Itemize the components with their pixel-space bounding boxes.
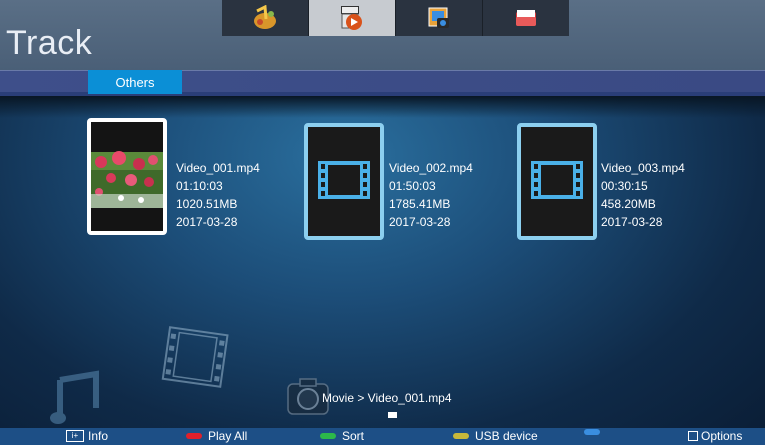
info-label: Info (88, 429, 109, 443)
file-thumbnail[interactable] (517, 123, 597, 240)
bottom-hint-bar: i+ Info Play All Sort USB device Options (0, 428, 765, 445)
video-icon (341, 6, 362, 30)
page-indicator (388, 412, 397, 418)
film-icon (521, 127, 593, 236)
file-date: 2017-03-28 (389, 215, 451, 229)
file-size: 1785.41MB (389, 197, 451, 211)
file-date: 2017-03-28 (176, 215, 238, 229)
usb-device-button[interactable]: USB device (453, 429, 538, 443)
music-icon (254, 5, 276, 29)
file-duration: 01:10:03 (176, 179, 223, 193)
tab-folder[interactable] (483, 0, 569, 36)
photo-icon (428, 7, 449, 28)
file-meta: Video_002.mp4 01:50:03 1785.41MB 2017-03… (389, 159, 473, 231)
file-name: Video_002.mp4 (389, 161, 473, 175)
breadcrumb: Movie > Video_001.mp4 (322, 391, 452, 405)
tab-music[interactable] (222, 0, 309, 36)
tab-video[interactable] (309, 0, 396, 36)
file-name: Video_003.mp4 (601, 161, 685, 175)
file-thumbnail-selected[interactable] (87, 118, 167, 235)
music-note-deco-icon (50, 370, 99, 424)
blue-key-button[interactable] (584, 429, 606, 435)
options-button[interactable]: Options (688, 429, 742, 443)
file-meta: Video_003.mp4 00:30:15 458.20MB 2017-03-… (601, 159, 685, 231)
film-icon (308, 127, 380, 236)
flower-photo-thumbnail (91, 122, 163, 231)
file-name: Video_001.mp4 (176, 161, 260, 175)
file-meta: Video_001.mp4 01:10:03 1020.51MB 2017-03… (176, 159, 260, 231)
tab-photo[interactable] (396, 0, 483, 36)
file-thumbnail[interactable] (304, 123, 384, 240)
play-all-label: Play All (208, 429, 248, 443)
blue-key-icon (584, 429, 600, 435)
sort-button[interactable]: Sort (320, 429, 364, 443)
file-duration: 01:50:03 (389, 179, 436, 193)
options-label: Options (701, 429, 743, 443)
tab-others[interactable]: Others (88, 70, 182, 94)
film-strip-deco-icon (161, 326, 229, 388)
folder-icon (516, 10, 536, 26)
red-key-icon (186, 433, 202, 439)
file-date: 2017-03-28 (601, 215, 663, 229)
sort-label: Sort (342, 429, 365, 443)
yellow-key-icon (453, 433, 469, 439)
shadow-band (0, 96, 765, 118)
page-title: Track (6, 24, 93, 62)
file-size: 1020.51MB (176, 197, 238, 211)
file-size: 458.20MB (601, 197, 656, 211)
green-key-icon (320, 433, 336, 439)
file-duration: 00:30:15 (601, 179, 648, 193)
app-tabs (222, 0, 569, 36)
usb-label: USB device (475, 429, 538, 443)
info-button[interactable]: i+ Info (66, 429, 108, 443)
options-key-icon (688, 431, 698, 441)
info-key-icon: i+ (66, 430, 84, 442)
play-all-button[interactable]: Play All (186, 429, 247, 443)
